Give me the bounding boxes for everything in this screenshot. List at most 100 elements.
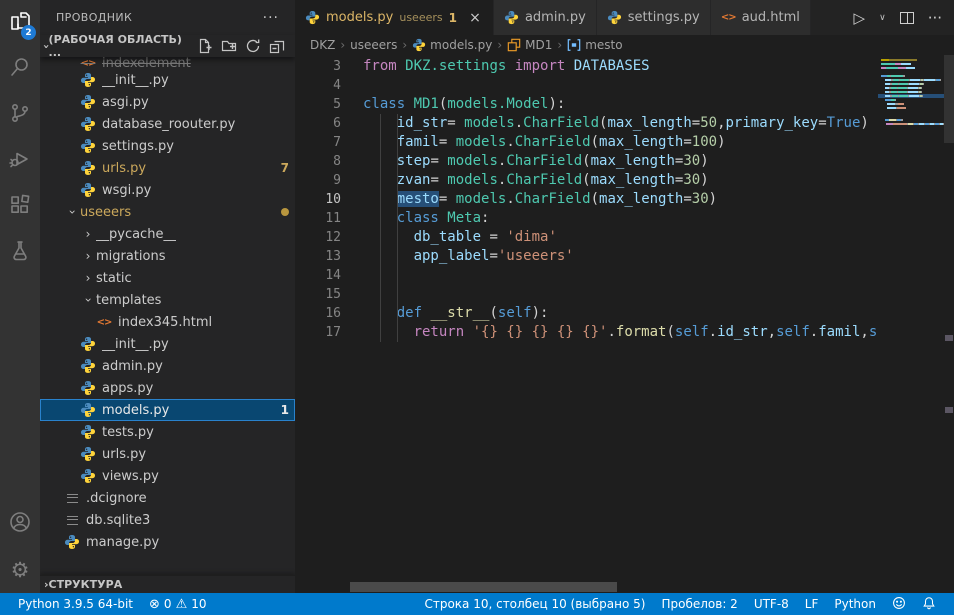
tree-item-label: migrations xyxy=(96,249,166,264)
breadcrumb-separator-icon: › xyxy=(402,38,407,52)
status-encoding[interactable]: UTF-8 xyxy=(746,593,797,615)
status-notifications[interactable] xyxy=(914,593,944,615)
split-editor-button[interactable] xyxy=(900,12,914,24)
run-button[interactable]: ▷ xyxy=(854,9,866,27)
code-line-4[interactable]: 4 xyxy=(295,76,954,95)
tree-item-tests-py[interactable]: tests.py xyxy=(40,421,295,443)
tree-item-apps-py[interactable]: apps.py xyxy=(40,377,295,399)
workspace-section-header[interactable]: › (РАБОЧАЯ ОБЛАСТЬ) ... xyxy=(40,35,295,57)
breadcrumb-item-MD1[interactable]: MD1 xyxy=(507,38,552,52)
explorer-more-actions-icon[interactable]: ··· xyxy=(263,10,279,26)
activity-run-debug-button[interactable] xyxy=(0,138,40,184)
tree-item-static[interactable]: ›static xyxy=(40,267,295,289)
tree-item-urls-py[interactable]: urls.py7 xyxy=(40,157,295,179)
error-count: 0 xyxy=(164,597,172,611)
tab-admin-py[interactable]: admin.py xyxy=(494,0,597,35)
code-line-16[interactable]: 16 def __str__(self): xyxy=(295,304,954,323)
py-file-icon xyxy=(64,534,80,550)
tree-item-label: .dcignore xyxy=(86,491,147,506)
minimap[interactable] xyxy=(878,55,944,593)
code-line-5[interactable]: 5class MD1(models.Model): xyxy=(295,95,954,114)
horizontal-scrollbar[interactable] xyxy=(350,582,617,592)
tree-item-wsgi-py[interactable]: wsgi.py xyxy=(40,179,295,201)
tree-item-settings-py[interactable]: settings.py xyxy=(40,135,295,157)
outline-section-header[interactable]: › СТРУКТУРА xyxy=(40,575,295,593)
line-number: 12 xyxy=(295,228,341,247)
code-line-6[interactable]: 6 id_str= models.CharField(max_length=50… xyxy=(295,114,954,133)
status-feedback[interactable] xyxy=(884,593,914,615)
tab-aud-html[interactable]: <>aud.html xyxy=(711,0,811,35)
code-line-7[interactable]: 7 famil= models.CharField(max_length=100… xyxy=(295,133,954,152)
code-text: id_str= models.CharField(max_length=50,p… xyxy=(341,114,869,133)
tree-item-label: __init__.py xyxy=(102,337,169,352)
line-number: 14 xyxy=(295,266,341,285)
tree-item-admin-py[interactable]: admin.py xyxy=(40,355,295,377)
scrollbar-slider[interactable] xyxy=(944,55,954,143)
py-file-icon xyxy=(80,446,96,462)
tree-item-index345-html[interactable]: <>index345.html xyxy=(40,311,295,333)
tree-item-label: views.py xyxy=(102,469,159,484)
tree-item--dcignore[interactable]: .dcignore xyxy=(40,487,295,509)
tree-item-label: models.py xyxy=(102,403,169,418)
status-cursor-position[interactable]: Строка 10, столбец 10 (выбрано 5) xyxy=(416,593,653,615)
tree-item-database-roouter-py[interactable]: database_roouter.py xyxy=(40,113,295,135)
tree-item-models-py[interactable]: models.py1 xyxy=(40,399,295,421)
line-number: 8 xyxy=(295,152,341,171)
tree-item-db-sqlite3[interactable]: db.sqlite3 xyxy=(40,509,295,531)
minimap-line xyxy=(878,122,944,126)
tree-item--pycache-[interactable]: ›__pycache__ xyxy=(40,223,295,245)
activity-testing-button[interactable] xyxy=(0,230,40,276)
code-line-15[interactable]: 15 xyxy=(295,285,954,304)
symbol-field-icon xyxy=(567,38,581,52)
code-line-10[interactable]: 10 mesto= models.CharField(max_length=30… xyxy=(295,190,954,209)
code-line-12[interactable]: 12 db_table = 'dima' xyxy=(295,228,954,247)
new-file-icon[interactable] xyxy=(197,38,213,54)
code-line-14[interactable]: 14 xyxy=(295,266,954,285)
tab-models-py[interactable]: models.pyuseeers1× xyxy=(295,0,494,35)
chevron-right-icon: › xyxy=(80,227,96,241)
collapse-all-icon[interactable] xyxy=(269,38,285,54)
breadcrumb-item-useeers[interactable]: useeers xyxy=(350,38,397,52)
overview-ruler[interactable] xyxy=(944,55,954,593)
activity-account-button[interactable] xyxy=(0,501,40,547)
code-line-17[interactable]: 17 return '{} {} {} {} {}'.format(self.i… xyxy=(295,323,954,342)
activity-search-button[interactable] xyxy=(0,46,40,92)
status-problems[interactable]: ⊗0⚠10 xyxy=(141,593,214,615)
code-line-9[interactable]: 9 zvan= models.CharField(max_length=30) xyxy=(295,171,954,190)
tree-item-label: asgi.py xyxy=(102,95,149,110)
status-eol[interactable]: LF xyxy=(797,593,827,615)
activity-source-control-button[interactable] xyxy=(0,92,40,138)
new-folder-icon[interactable] xyxy=(221,38,237,54)
code-editor[interactable]: 3from DKZ.settings import DATABASES45cla… xyxy=(295,55,954,593)
tree-item-asgi-py[interactable]: asgi.py xyxy=(40,91,295,113)
breadcrumb-item-mesto[interactable]: mesto xyxy=(567,38,622,52)
status-language-mode[interactable]: Python xyxy=(826,593,884,615)
activity-explorer-button[interactable]: 2 xyxy=(0,0,40,46)
tree-item-label: manage.py xyxy=(86,535,159,550)
activity-extensions-button[interactable] xyxy=(0,184,40,230)
activity-bar: 2⚙ xyxy=(0,0,40,593)
tree-item-migrations[interactable]: ›migrations xyxy=(40,245,295,267)
code-line-8[interactable]: 8 step= models.CharField(max_length=30) xyxy=(295,152,954,171)
code-line-11[interactable]: 11 class Meta: xyxy=(295,209,954,228)
tab-settings-py[interactable]: settings.py xyxy=(597,0,711,35)
refresh-icon[interactable] xyxy=(245,38,261,54)
tree-item-templates[interactable]: ›templates xyxy=(40,289,295,311)
overview-ruler-mark xyxy=(945,335,953,341)
tree-item-useeers[interactable]: ›useeers xyxy=(40,201,295,223)
tree-item-views-py[interactable]: views.py xyxy=(40,465,295,487)
breadcrumb-item-DKZ[interactable]: DKZ xyxy=(310,38,335,52)
tree-item-manage-py[interactable]: manage.py xyxy=(40,531,295,553)
tree-item--init-py[interactable]: __init__.py xyxy=(40,333,295,355)
run-dropdown-button[interactable]: ∨ xyxy=(879,13,886,23)
tab-close-icon[interactable]: × xyxy=(467,10,483,26)
status-python-version[interactable]: Python 3.9.5 64-bit xyxy=(10,593,141,615)
more-actions-button[interactable]: ··· xyxy=(928,9,942,27)
code-line-13[interactable]: 13 app_label='useeers' xyxy=(295,247,954,266)
activity-settings-button[interactable]: ⚙ xyxy=(0,547,40,593)
breadcrumb-item-models-py[interactable]: models.py xyxy=(412,38,492,52)
code-line-3[interactable]: 3from DKZ.settings import DATABASES xyxy=(295,57,954,76)
status-indentation[interactable]: Пробелов: 2 xyxy=(653,593,745,615)
tree-item--init-py[interactable]: __init__.py xyxy=(40,69,295,91)
tree-item-urls-py[interactable]: urls.py xyxy=(40,443,295,465)
